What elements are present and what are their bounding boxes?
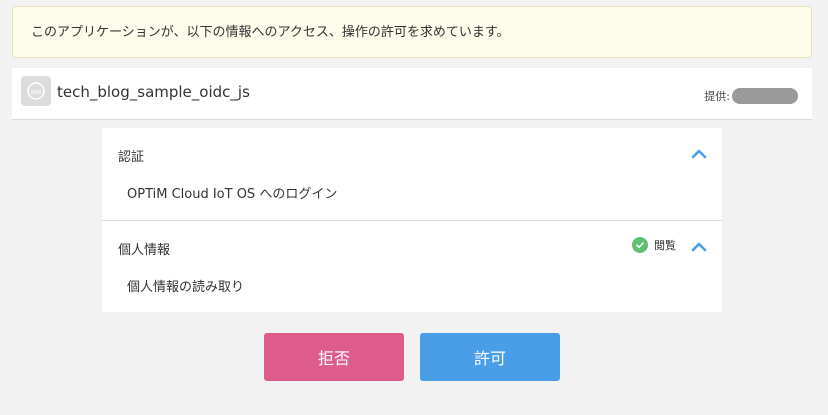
- scope-description: 個人情報の読み取り: [127, 280, 245, 295]
- scope-title: 個人情報: [118, 243, 171, 258]
- app-name: tech_blog_sample_oidc_js: [57, 83, 250, 101]
- consent-notice-text: このアプリケーションが、以下の情報へのアクセス、操作の許可を求めています。: [31, 25, 510, 40]
- provider-info: 提供:: [704, 87, 798, 105]
- provider-name-redacted: [732, 88, 798, 104]
- chevron-up-icon[interactable]: [690, 239, 708, 253]
- app-logo-icon: app: [21, 76, 51, 106]
- provider-label: 提供:: [704, 90, 730, 103]
- scope-title: 認証: [118, 150, 145, 165]
- check-circle-icon: [632, 237, 648, 253]
- chevron-up-icon[interactable]: [690, 146, 708, 160]
- scope-section-personal-info: 個人情報 閲覧 個人情報の読み取り: [102, 220, 722, 312]
- consent-notice: このアプリケーションが、以下の情報へのアクセス、操作の許可を求めています。: [12, 6, 812, 58]
- scope-section-authentication: 認証 OPTiM Cloud IoT OS へのログイン: [102, 128, 722, 220]
- deny-button[interactable]: 拒否: [264, 333, 404, 381]
- svg-text:app: app: [30, 89, 41, 96]
- permission-badge: 閲覧: [632, 237, 676, 253]
- allow-button[interactable]: 許可: [420, 333, 560, 381]
- app-info-row: app tech_blog_sample_oidc_js 提供:: [12, 68, 812, 120]
- scopes-card: 認証 OPTiM Cloud IoT OS へのログイン 個人情報 閲覧 個人情…: [102, 128, 722, 312]
- permission-label: 閲覧: [654, 239, 676, 252]
- scope-description: OPTiM Cloud IoT OS へのログイン: [127, 187, 338, 202]
